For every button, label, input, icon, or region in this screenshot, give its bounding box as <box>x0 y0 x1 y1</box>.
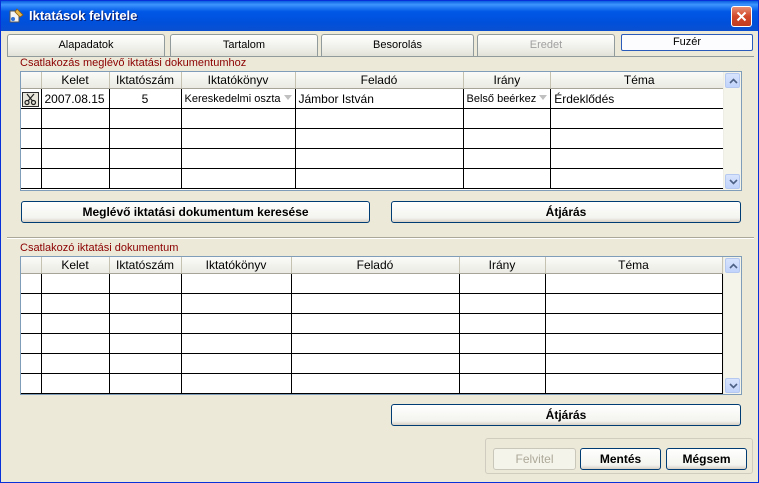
chevron-down-icon <box>729 179 738 185</box>
cell-irany-combo[interactable]: Belső beérkez <box>463 88 552 109</box>
linking-docs-table: Kelet Iktatószám Iktatókönyv Feladó Irán… <box>21 257 723 394</box>
chevron-down-icon[interactable] <box>283 95 292 100</box>
table-row[interactable] <box>21 108 729 129</box>
felvitel-button[interactable]: Felvitel <box>493 448 576 470</box>
document-tool-icon <box>8 8 24 24</box>
existing-docs-table: Kelet Iktatószám Iktatókönyv Feladó Irán… <box>21 72 729 189</box>
jump-button-1[interactable]: Átjárás <box>391 201 741 223</box>
existing-docs-grid[interactable]: Kelet Iktatószám Iktatókönyv Feladó Irán… <box>20 71 742 191</box>
tab-tartalom[interactable]: Tartalom <box>170 34 318 56</box>
window-title: Iktatások felvitele <box>29 8 138 23</box>
table-header: Kelet Iktatószám Iktatókönyv Feladó Irán… <box>21 72 729 89</box>
scroll-down-button[interactable] <box>725 378 740 393</box>
scroll-up-button[interactable] <box>725 258 740 273</box>
table-row[interactable] <box>21 313 723 334</box>
cell-felado[interactable]: Jámbor István <box>295 88 464 109</box>
column-header-felado[interactable]: Feladó <box>295 72 464 89</box>
table-row[interactable] <box>21 128 729 149</box>
linking-docs-grid[interactable]: Kelet Iktatószám Iktatókönyv Feladó Irán… <box>20 256 742 395</box>
column-header-tema[interactable]: Téma <box>545 257 723 274</box>
column-header-kelet[interactable]: Kelet <box>41 257 110 274</box>
tab-strip: Alapadatok Tartalom Besorolás Eredet Fuz… <box>7 34 755 56</box>
cell-iktatokonyv-combo[interactable]: Kereskedelmi oszta <box>181 88 296 109</box>
close-icon <box>736 11 747 22</box>
cell-iktatoszam[interactable]: 5 <box>109 88 182 109</box>
table-row[interactable] <box>21 293 723 314</box>
table-row[interactable] <box>21 148 729 169</box>
jump-button-2[interactable]: Átjárás <box>391 404 741 426</box>
column-header-iktatoszam[interactable]: Iktatószám <box>109 72 182 89</box>
table-row[interactable] <box>21 373 723 394</box>
table-row[interactable] <box>21 333 723 354</box>
cell-iktatokonyv: Kereskedelmi oszta <box>184 92 281 105</box>
tab-eredet[interactable]: Eredet <box>477 34 615 56</box>
scroll-down-button[interactable] <box>725 174 740 189</box>
table-row[interactable] <box>21 168 729 189</box>
scissors-icon <box>24 93 37 106</box>
column-header[interactable] <box>21 257 42 274</box>
section-divider <box>7 237 754 239</box>
section2-label: Csatlakozó iktatási dokumentum <box>20 242 179 254</box>
chevron-down-icon <box>729 383 738 389</box>
tab-fuzer[interactable]: Fuzér <box>621 34 753 51</box>
chevron-down-icon[interactable] <box>539 95 548 100</box>
vertical-scrollbar[interactable] <box>723 257 741 394</box>
cell-irany: Belső beérkez <box>466 92 537 105</box>
column-header-iktatoszam[interactable]: Iktatószám <box>109 257 182 274</box>
chevron-up-icon <box>729 263 738 269</box>
search-existing-document-button[interactable]: Meglévő iktatási dokumentum keresése <box>21 201 370 223</box>
cell-tema[interactable]: Érdeklődés <box>550 88 729 109</box>
column-header[interactable] <box>21 72 42 89</box>
main-window: Iktatások felvitele Alapadatok Tartalom … <box>0 0 759 483</box>
column-header-kelet[interactable]: Kelet <box>41 72 110 89</box>
scroll-up-button[interactable] <box>725 73 740 88</box>
column-header-irany[interactable]: Irány <box>459 257 546 274</box>
column-header-iktatokonyv[interactable]: Iktatókönyv <box>181 257 292 274</box>
table-row[interactable]: 2007.08.15 5 Kereskedelmi oszta Jámbor I… <box>21 88 729 109</box>
table-row[interactable] <box>21 273 723 294</box>
chevron-up-icon <box>729 78 738 84</box>
vertical-scrollbar[interactable] <box>723 72 741 190</box>
save-button[interactable]: Mentés <box>580 448 661 470</box>
cell-kelet[interactable]: 2007.08.15 <box>41 88 110 109</box>
column-header-iktatokonyv[interactable]: Iktatókönyv <box>181 72 296 89</box>
section1-label: Csatlakozás meglévő iktatási dokumentumh… <box>20 57 247 69</box>
table-row[interactable] <box>21 353 723 374</box>
table-header: Kelet Iktatószám Iktatókönyv Feladó Irán… <box>21 257 723 274</box>
cancel-button[interactable]: Mégsem <box>666 448 747 470</box>
row-select-button[interactable] <box>22 92 39 107</box>
column-header-irany[interactable]: Irány <box>463 72 552 89</box>
tab-besorolas[interactable]: Besorolás <box>321 34 474 56</box>
title-bar[interactable]: Iktatások felvitele <box>1 1 758 31</box>
column-header-felado[interactable]: Feladó <box>291 257 460 274</box>
tab-alapadatok[interactable]: Alapadatok <box>7 34 165 56</box>
column-header-tema[interactable]: Téma <box>550 72 729 89</box>
close-button[interactable] <box>731 6 752 27</box>
